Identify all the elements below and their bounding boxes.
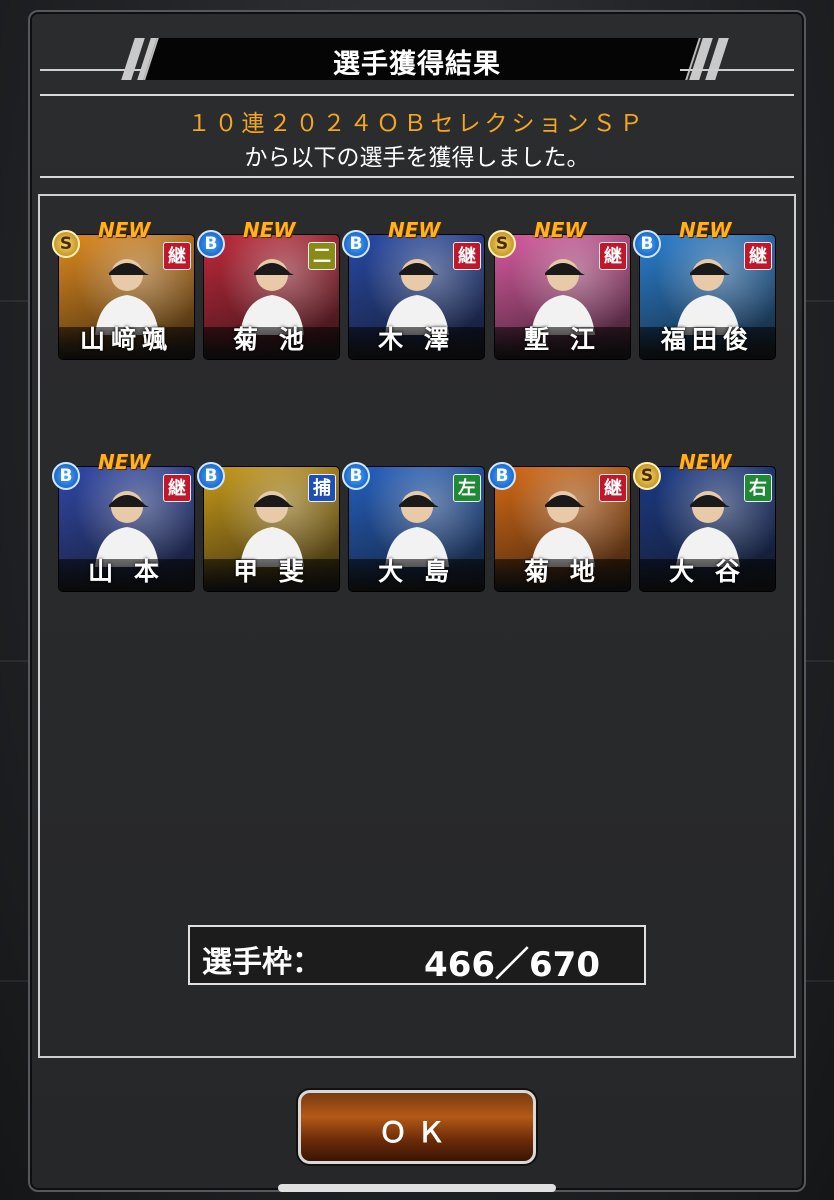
new-badge: NEW [388,218,441,242]
player-name: 福田俊 [660,325,754,354]
roster-count-value: 466／670 [424,945,600,985]
player-card[interactable]: 甲 斐 捕 B [197,454,340,596]
player-rank-badge: S [488,230,516,258]
gacha-message: から以下の選手を獲得しました。 [244,145,590,171]
player-card[interactable]: 大 谷 右 S NEW [633,450,776,596]
player-name: 甲 斐 [233,557,310,586]
player-card[interactable]: 菊 地 継 B [488,454,631,596]
player-name: 塹 江 [524,325,601,354]
player-rank-badge: B [633,230,661,258]
player-rank-badge: S [633,462,661,490]
title-bar: 選手獲得結果 [40,38,794,80]
player-position-badge: 継 [744,242,772,270]
player-rank-badge: B [342,230,370,258]
roster-count-label: 選手枠： [202,945,322,980]
new-badge: NEW [679,450,732,474]
player-card[interactable]: 塹 江 継 S NEW [488,218,631,364]
player-rank-badge: S [52,230,80,258]
new-badge: NEW [679,218,732,242]
player-rank-badge: B [488,462,516,490]
player-position-badge: 継 [599,242,627,270]
player-rank-badge: B [197,230,225,258]
player-name: 木 澤 [378,325,455,354]
player-name: 菊 地 [524,557,601,586]
player-position-badge: 継 [163,474,191,502]
player-name: 大 島 [378,557,455,586]
player-rank-badge: B [342,462,370,490]
home-indicator [278,1184,556,1192]
player-position-badge: 二 [308,242,336,270]
player-position-badge: 継 [163,242,191,270]
player-rank-badge: B [52,462,80,490]
player-card[interactable]: 山 本 継 B NEW [52,450,195,596]
player-name: 山﨑颯 [79,325,173,354]
page-title: 選手獲得結果 [333,49,501,80]
divider [40,94,794,96]
player-name: 菊 池 [233,325,310,354]
ok-button-label: ＯＫ [378,1116,455,1149]
player-position-badge: 継 [599,474,627,502]
ok-button[interactable]: ＯＫ [298,1090,536,1164]
player-name: 山 本 [88,557,165,586]
player-card[interactable]: 菊 池 二 B NEW [197,218,340,364]
player-position-badge: 右 [744,474,772,502]
gacha-name: １０連２０２４ＯＢセレクションＳＰ [187,111,647,137]
player-name: 大 谷 [669,557,746,586]
new-badge: NEW [243,218,296,242]
player-card[interactable]: 大 島 左 B [342,454,485,596]
player-position-badge: 左 [453,474,481,502]
new-badge: NEW [98,218,151,242]
player-rank-badge: B [197,462,225,490]
roster-count-box: 選手枠： 466／670 [188,925,646,985]
new-badge: NEW [98,450,151,474]
divider [40,176,794,178]
player-card[interactable]: 山﨑颯 継 S NEW [52,218,195,364]
player-card[interactable]: 福田俊 継 B NEW [633,218,776,364]
player-position-badge: 捕 [308,474,336,502]
player-position-badge: 継 [453,242,481,270]
new-badge: NEW [534,218,587,242]
player-card[interactable]: 木 澤 継 B NEW [342,218,485,364]
